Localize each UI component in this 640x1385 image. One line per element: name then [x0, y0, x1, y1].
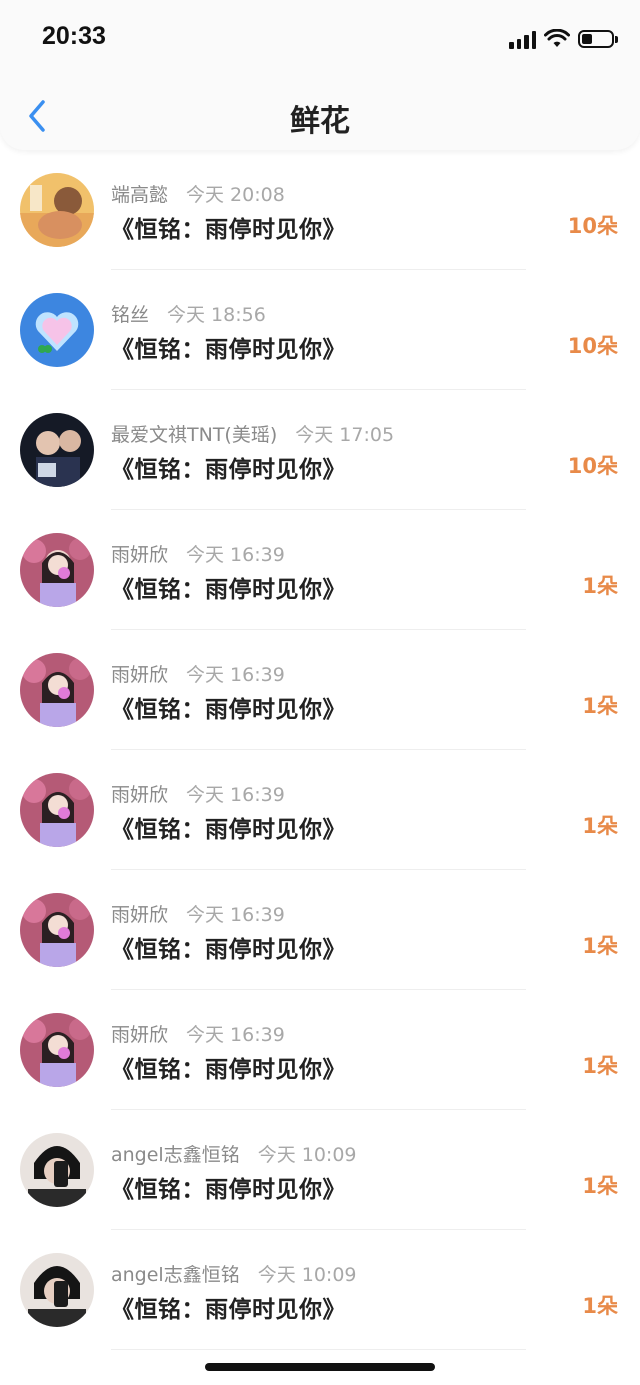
- book-title[interactable]: 《恒铭：雨停时见你》: [111, 330, 346, 364]
- book-title[interactable]: 《恒铭：雨停时见你》: [111, 690, 346, 724]
- avatar[interactable]: [20, 653, 94, 727]
- signal-icon: [509, 29, 536, 49]
- flower-count: 10朵: [567, 334, 618, 358]
- book-title[interactable]: 《恒铭：雨停时见你》: [111, 1170, 346, 1204]
- flower-count: 1朵: [582, 574, 618, 598]
- avatar[interactable]: [20, 1013, 94, 1087]
- list-item[interactable]: 雨妍欣 今天 16:39 《恒铭：雨停时见你》 1朵: [0, 510, 640, 630]
- flower-count: 1朵: [582, 934, 618, 958]
- timestamp: 今天 16:39: [186, 784, 285, 806]
- user-name[interactable]: 雨妍欣: [111, 540, 168, 567]
- timestamp: 今天 16:39: [186, 664, 285, 686]
- book-title[interactable]: 《恒铭：雨停时见你》: [111, 210, 346, 244]
- wifi-icon: [544, 29, 570, 47]
- timestamp: 今天 10:09: [257, 1264, 357, 1286]
- divider: [111, 1349, 526, 1350]
- flower-count: 10朵: [567, 454, 618, 478]
- page-title: 鲜花: [290, 104, 350, 139]
- flower-count: 1朵: [582, 1054, 618, 1078]
- book-title[interactable]: 《恒铭：雨停时见你》: [111, 1050, 346, 1084]
- timestamp: 今天 16:39: [186, 904, 285, 926]
- user-name[interactable]: 铭丝: [111, 300, 149, 327]
- list-item[interactable]: 雨妍欣 今天 16:39 《恒铭：雨停时见你》 1朵: [0, 750, 640, 870]
- timestamp: 今天 20:08: [186, 184, 285, 206]
- book-title[interactable]: 《恒铭：雨停时见你》: [111, 570, 346, 604]
- timestamp: 今天 16:39: [186, 1024, 285, 1046]
- avatar[interactable]: [20, 533, 94, 607]
- home-indicator[interactable]: [205, 1363, 435, 1371]
- user-name[interactable]: angel志鑫恒铭: [111, 1260, 240, 1287]
- list-item[interactable]: 雨妍欣 今天 16:39 《恒铭：雨停时见你》 1朵: [0, 630, 640, 750]
- avatar[interactable]: [20, 413, 94, 487]
- user-name[interactable]: 端高懿: [111, 180, 168, 207]
- user-name[interactable]: 雨妍欣: [111, 900, 168, 927]
- timestamp: 今天 10:09: [257, 1144, 357, 1166]
- book-title[interactable]: 《恒铭：雨停时见你》: [111, 930, 346, 964]
- flower-count: 1朵: [582, 1294, 618, 1318]
- list-item[interactable]: 端高懿 今天 20:08 《恒铭：雨停时见你》 10朵: [0, 150, 640, 270]
- book-title[interactable]: 《恒铭：雨停时见你》: [111, 1290, 346, 1324]
- avatar[interactable]: [20, 293, 94, 367]
- list-item[interactable]: angel志鑫恒铭 今天 10:09 《恒铭：雨停时见你》 1朵: [0, 1110, 640, 1230]
- list-item[interactable]: angel志鑫恒铭 今天 10:09 《恒铭：雨停时见你》 1朵: [0, 1230, 640, 1350]
- flower-count: 1朵: [582, 694, 618, 718]
- flower-count: 1朵: [582, 1174, 618, 1198]
- status-time: 20:33: [42, 22, 106, 50]
- flower-count: 1朵: [582, 814, 618, 838]
- flower-count: 10朵: [567, 214, 618, 238]
- avatar[interactable]: [20, 893, 94, 967]
- list-item[interactable]: 雨妍欣 今天 16:39 《恒铭：雨停时见你》 1朵: [0, 990, 640, 1110]
- timestamp: 今天 17:05: [295, 424, 395, 446]
- avatar[interactable]: [20, 173, 94, 247]
- user-name[interactable]: 雨妍欣: [111, 780, 168, 807]
- list-item[interactable]: 最爱文祺TNT(美瑶) 今天 17:05 《恒铭：雨停时见你》 10朵: [0, 390, 640, 510]
- user-name[interactable]: 最爱文祺TNT(美瑶): [111, 420, 277, 447]
- user-name[interactable]: 雨妍欣: [111, 660, 168, 687]
- user-name[interactable]: angel志鑫恒铭: [111, 1140, 240, 1167]
- header: 20:33 鲜花: [0, 0, 640, 150]
- list-item[interactable]: 雨妍欣 今天 16:39 《恒铭：雨停时见你》 1朵: [0, 870, 640, 990]
- timestamp: 今天 18:56: [167, 304, 266, 326]
- user-name[interactable]: 雨妍欣: [111, 1020, 168, 1047]
- avatar[interactable]: [20, 773, 94, 847]
- flower-list: 端高懿 今天 20:08 《恒铭：雨停时见你》 10朵 铭丝 今天 18:56: [0, 150, 640, 1350]
- book-title[interactable]: 《恒铭：雨停时见你》: [111, 810, 346, 844]
- status-icons: [509, 24, 618, 54]
- book-title[interactable]: 《恒铭：雨停时见你》: [111, 450, 346, 484]
- avatar[interactable]: [20, 1133, 94, 1207]
- battery-icon: [578, 30, 618, 48]
- timestamp: 今天 16:39: [186, 544, 285, 566]
- screen: 20:33 鲜花 端高懿 今天 20:08 《恒铭：雨停时见你》 10朵 铭丝 …: [0, 0, 640, 1385]
- avatar[interactable]: [20, 1253, 94, 1327]
- list-item[interactable]: 铭丝 今天 18:56 《恒铭：雨停时见你》 10朵: [0, 270, 640, 390]
